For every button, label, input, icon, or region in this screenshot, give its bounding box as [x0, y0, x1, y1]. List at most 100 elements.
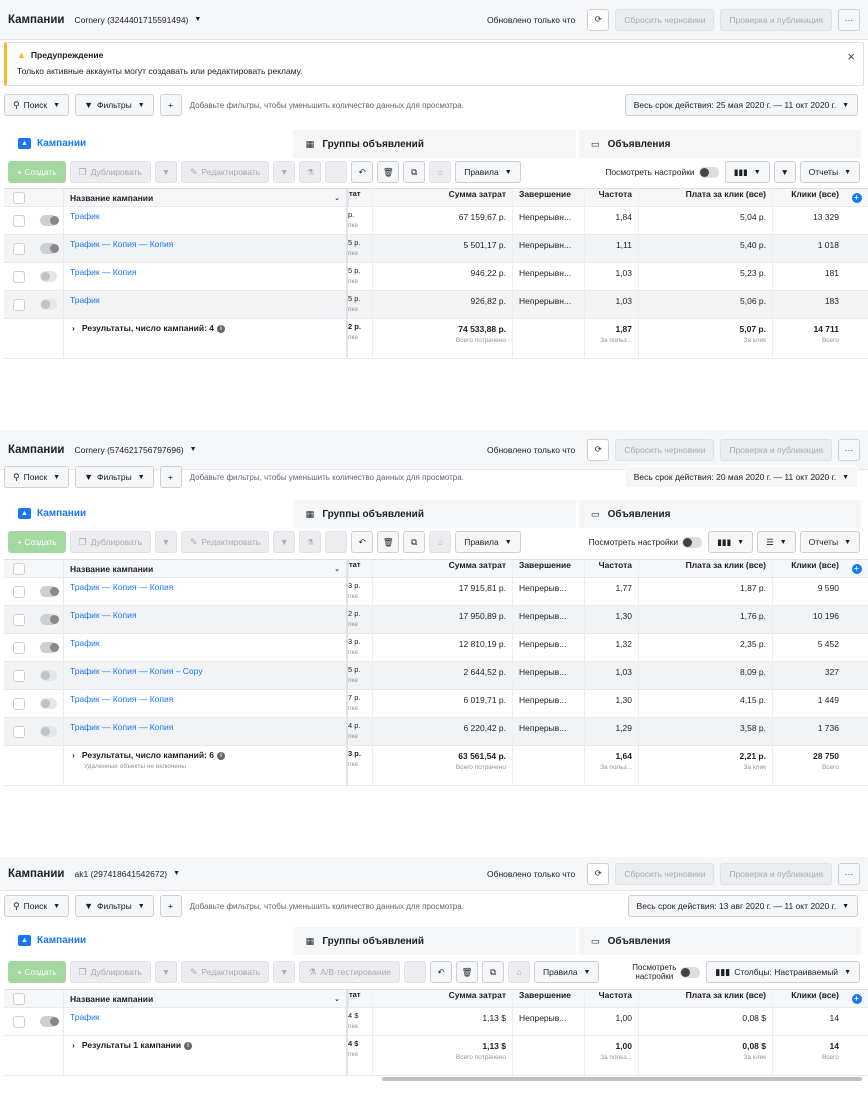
- campaign-name-link[interactable]: Трафик: [70, 211, 100, 221]
- tab-adsets[interactable]: ▦ Группы объявлений: [293, 130, 576, 158]
- preview-button[interactable]: ⧉: [482, 961, 505, 983]
- view-settings-toggle[interactable]: [682, 536, 703, 548]
- tab-adsets[interactable]: ▦ Группы объявлений: [293, 500, 576, 528]
- refresh-button[interactable]: ⟳: [587, 862, 610, 885]
- reports-button[interactable]: Отчеты ▼: [799, 161, 860, 183]
- row-checkbox[interactable]: [13, 613, 25, 626]
- filters-button[interactable]: ▼ Фильтры ▼: [75, 466, 154, 488]
- add-column-icon[interactable]: +: [851, 192, 862, 203]
- blank-button[interactable]: [404, 961, 427, 983]
- create-button[interactable]: + Создать: [8, 961, 66, 983]
- select-all-checkbox[interactable]: [13, 191, 25, 204]
- campaign-name-link[interactable]: Трафик — Копия: [70, 610, 137, 620]
- discard-drafts-button[interactable]: Сбросить черновики: [615, 862, 715, 885]
- flask-button[interactable]: ⚗: [299, 161, 322, 183]
- table-row[interactable]: Трафик — Копия — Копия 4 р. пке 6 220,42 р.…: [4, 718, 868, 746]
- campaign-toggle[interactable]: [40, 1016, 59, 1027]
- info-icon[interactable]: i: [217, 325, 226, 333]
- select-all-checkbox[interactable]: [13, 992, 25, 1005]
- header-name[interactable]: Название кампании ⌄: [64, 189, 348, 206]
- campaign-toggle[interactable]: [40, 586, 59, 597]
- filters-button[interactable]: ▼ Фильтры ▼: [75, 94, 154, 116]
- add-filter-button[interactable]: +: [159, 94, 182, 116]
- row-checkbox[interactable]: [13, 298, 25, 311]
- table-row[interactable]: Трафик — Копия 2 р. пке 17 950,89 р. Непреры…: [4, 606, 868, 634]
- edit-menu-button[interactable]: ▼: [273, 161, 296, 183]
- reports-button[interactable]: Отчеты ▼: [799, 531, 860, 553]
- info-icon[interactable]: i: [184, 1042, 193, 1050]
- search-button[interactable]: ⚲ Поиск ▼: [4, 895, 70, 917]
- duplicate-menu-button[interactable]: ▼: [154, 531, 177, 553]
- blank-button[interactable]: [325, 531, 348, 553]
- filters-button[interactable]: ▼ Фильтры ▼: [75, 895, 154, 917]
- flask-button[interactable]: ⚗: [299, 531, 322, 553]
- campaign-toggle[interactable]: [40, 642, 59, 653]
- table-row[interactable]: Трафик — Копия — Копия – Copy 5 р. пке 2 64…: [4, 662, 868, 690]
- date-range-button[interactable]: Весь срок действия: 25 мая 2020 г. — 11 …: [624, 94, 858, 116]
- rules-button[interactable]: Правила ▼: [455, 161, 521, 183]
- tag-button[interactable]: ⌂: [429, 531, 452, 553]
- duplicate-button[interactable]: ❐ Дублировать: [69, 531, 151, 553]
- columns-button[interactable]: ▮▮▮ Столбцы: Настраиваемый ▼: [706, 961, 860, 983]
- rules-button[interactable]: Правила ▼: [455, 531, 521, 553]
- date-range-button[interactable]: Весь срок действия: 20 мая 2020 г. — 11 …: [624, 466, 858, 488]
- tab-campaigns[interactable]: ▲ Кампании: [8, 130, 291, 158]
- campaign-name-link[interactable]: Трафик: [70, 638, 100, 648]
- table-row[interactable]: Трафик р. пке 67 159,67 р. Непрерывн... 1,84 5…: [4, 207, 868, 235]
- campaign-toggle[interactable]: [40, 670, 57, 681]
- info-icon[interactable]: i: [217, 752, 226, 760]
- header-name[interactable]: Название кампании ⌄: [64, 990, 348, 1007]
- campaign-toggle[interactable]: [40, 698, 57, 709]
- view-settings[interactable]: Посмотреть настройки: [589, 536, 703, 548]
- campaign-toggle[interactable]: [40, 299, 57, 310]
- close-icon[interactable]: ×: [847, 49, 855, 64]
- campaign-toggle[interactable]: [40, 271, 57, 282]
- view-settings-toggle[interactable]: [698, 166, 719, 178]
- duplicate-menu-button[interactable]: ▼: [154, 961, 177, 983]
- columns-button[interactable]: ▮▮▮ ▼: [708, 531, 754, 553]
- review-publish-button[interactable]: Проверка и публикация: [720, 8, 832, 31]
- review-publish-button[interactable]: Проверка и публикация: [720, 862, 832, 885]
- campaign-toggle[interactable]: [40, 243, 59, 254]
- edit-button[interactable]: ✎ Редактировать: [180, 961, 270, 983]
- row-checkbox[interactable]: [13, 585, 25, 598]
- search-button[interactable]: ⚲ Поиск ▼: [4, 466, 70, 488]
- campaign-name-link[interactable]: Трафик — Копия — Копия: [70, 239, 173, 249]
- row-checkbox[interactable]: [13, 725, 25, 738]
- review-publish-button[interactable]: Проверка и публикация: [720, 438, 832, 461]
- more-button[interactable]: ···: [838, 438, 860, 461]
- campaign-name-link[interactable]: Трафик: [70, 295, 100, 305]
- rules-button[interactable]: Правила ▼: [534, 961, 600, 983]
- discard-drafts-button[interactable]: Сбросить черновики: [615, 438, 715, 461]
- add-filter-button[interactable]: +: [159, 895, 182, 917]
- table-row[interactable]: Трафик — Копия — Копия 7 р. пке 6 019,71 р.…: [4, 690, 868, 718]
- campaign-toggle[interactable]: [40, 726, 57, 737]
- select-all-checkbox[interactable]: [13, 562, 25, 575]
- table-row[interactable]: Трафик — Копия — Копия 3 р. пке 17 915,81 р…: [4, 578, 868, 606]
- undo-button[interactable]: ↶: [351, 531, 374, 553]
- preview-button[interactable]: ⧉: [403, 161, 426, 183]
- tag-button[interactable]: ⌂: [429, 161, 452, 183]
- columns-button[interactable]: ▮▮▮ ▼: [724, 161, 770, 183]
- edit-menu-button[interactable]: ▼: [273, 961, 296, 983]
- horizontal-scrollbar[interactable]: [382, 1077, 862, 1081]
- create-button[interactable]: + Создать: [8, 531, 66, 553]
- table-row[interactable]: Трафик — Копия 5 р. пке 946,22 р. Непрерывн.…: [4, 263, 868, 291]
- tab-ads[interactable]: ▭ Объявления: [578, 927, 861, 955]
- view-settings-toggle[interactable]: [680, 966, 701, 978]
- delete-button[interactable]: 🗑: [377, 531, 400, 553]
- row-checkbox[interactable]: [13, 1015, 25, 1028]
- table-row[interactable]: Трафик 3 р. пке 12 810,19 р. Непрерыв... 1,32…: [4, 634, 868, 662]
- more-button[interactable]: ···: [838, 862, 860, 885]
- duplicate-button[interactable]: ❐ Дублировать: [69, 161, 151, 183]
- campaign-name-link[interactable]: Трафик — Копия — Копия: [70, 582, 173, 592]
- row-checkbox[interactable]: [13, 641, 25, 654]
- tab-adsets[interactable]: ▦ Группы объявлений: [293, 927, 576, 955]
- tab-ads[interactable]: ▭ Объявления: [578, 130, 861, 158]
- blank-button[interactable]: [325, 161, 348, 183]
- account-selector[interactable]: Cornery (574621756797696) ▼: [75, 445, 197, 455]
- breakdown-button[interactable]: ☰ ▼: [757, 531, 796, 553]
- date-range-button[interactable]: Весь срок действия: 13 авг 2020 г. — 11 …: [627, 895, 858, 917]
- undo-button[interactable]: ↶: [430, 961, 453, 983]
- preview-button[interactable]: ⧉: [403, 531, 426, 553]
